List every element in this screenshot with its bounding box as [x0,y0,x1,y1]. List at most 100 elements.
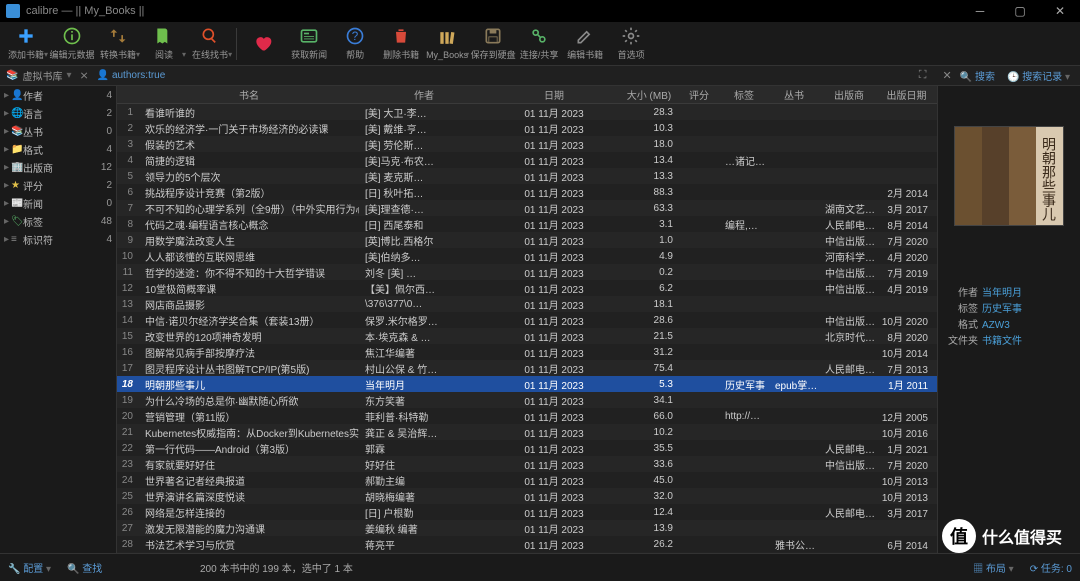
layout-button[interactable]: ▦ 布局 ▾ [973,560,1014,575]
col-size[interactable]: 大小 (MB) [619,86,679,103]
table-row[interactable]: 1210堂极简概率课【美】佩尔西…01 11月 20236.2中信出版…4月 2… [117,280,937,296]
table-row[interactable]: 26网络是怎样连接的[日] 户根勤01 11月 202312.4人民邮电…3月 … [117,504,937,520]
col-tags[interactable]: 标签 [719,86,769,103]
savedisk-icon [483,26,503,46]
search-history-link[interactable]: 🕒 搜索记录 ▾ [1007,68,1070,83]
sidebar-item-标识符[interactable]: ▸≡标识符4 [0,230,116,248]
table-row[interactable]: 22第一行代码——Android（第3版）郭霖01 11月 202335.5人民… [117,440,937,456]
column-headers[interactable]: 书名 作者 日期 大小 (MB) 评分 标签 丛书 出版商 出版日期 [117,86,937,104]
watermark: 值 什么值得买 [942,519,1062,553]
sidebar-item-格式[interactable]: ▸📁格式4 [0,140,116,158]
col-series[interactable]: 丛书 [769,86,819,103]
table-row[interactable]: 20营销管理（第11版）菲利普·科特勒01 11月 202366.0http:/… [117,408,937,424]
onlinesearch-button[interactable]: 在线找书 [188,23,232,65]
table-row[interactable]: 25世界演讲名篇深度悦读胡晓梅编著01 11月 202332.010月 2013 [117,488,937,504]
table-row[interactable]: 13网店商品摄影\376\377\0…01 11月 202318.1 [117,296,937,312]
sidebar-item-丛书[interactable]: ▸📚丛书0 [0,122,116,140]
connect-button[interactable]: 连接/共享 [517,23,561,65]
sidebar-item-评分[interactable]: ▸★评分2 [0,176,116,194]
window-title: calibre — || My_Books || [26,5,144,17]
table-row[interactable]: 23有家就要好好住好好住01 11月 202333.6中信出版…7月 2020 [117,456,937,472]
table-row[interactable]: 2欢乐的经济学·一门关于市场经济的必读课[美] 戴维·亨…01 11月 2023… [117,120,937,136]
detail-author[interactable]: 当年明月 [982,286,1022,302]
col-author[interactable]: 作者 [359,86,489,103]
book-details-panel: 作者当年明月 标签历史军事 格式AZW3 文件夹书籍文件 [937,86,1080,553]
books-icon: 📚 [6,70,18,81]
remove-filter-icon[interactable]: ⨯ [79,69,88,82]
table-row[interactable]: 18明朝那些事儿当年明月01 11月 20235.3历史军事epub掌…1月 2… [117,376,937,392]
table-row[interactable]: 6挑战程序设计竞赛（第2版）[日] 秋叶拓…01 11月 202388.32月 … [117,184,937,200]
virtual-library-button[interactable]: 📚 虚拟书库 ▾ [6,68,71,83]
app-icon [6,4,20,18]
clear-search-icon[interactable]: ✕ [943,69,952,82]
search-link[interactable]: 🔍 搜索 [960,68,995,83]
prefs-icon [621,26,641,46]
table-row[interactable]: 17图灵程序设计丛书图解TCP/IP(第5版)村山公保 & 竹…01 11月 2… [117,360,937,376]
table-row[interactable]: 11哲学的迷途：你不得不知的十大哲学错误刘冬 [美] …01 11月 20230… [117,264,937,280]
fullscreen-icon[interactable]: ⛶ [919,69,927,82]
editbook-button[interactable]: 编辑书籍 [563,23,607,65]
maximize-button[interactable]: ▢ [1000,0,1040,22]
table-row[interactable]: 28书法艺术学习与欣赏蒋亮平01 11月 202326.2雅书公…6月 2014 [117,536,937,552]
editbook-icon [575,26,595,46]
news-button[interactable]: 获取新闻 [287,23,331,65]
watermark-badge: 值 [942,519,976,553]
person-icon: 👤 [97,70,109,81]
table-row[interactable]: 8代码之魂·编程语言核心概念[日] 西尾泰和01 11月 20233.1编程,…… [117,216,937,232]
read-button[interactable]: 阅读 [142,23,186,65]
editmeta-button[interactable]: 编辑元数据 [50,23,94,65]
sidebar-item-语言[interactable]: ▸🌐语言2 [0,104,116,122]
footer-bar: 🔧 配置 ▾ 🔍 查找 200 本书中的 199 本，选中了 1 本 ▦ 布局 … [0,553,1080,581]
table-row[interactable]: 10人人都该懂的互联网思维[美]伯纳多…01 11月 20234.9河南科学…4… [117,248,937,264]
col-date[interactable]: 日期 [489,86,619,103]
detail-tags[interactable]: 历史军事 [982,302,1022,318]
table-row[interactable]: 7不可不知的心理学系列（全9册）（中外实用行为心理学大合集！）（…[美]理查德·… [117,200,937,216]
book-list[interactable]: 书名 作者 日期 大小 (MB) 评分 标签 丛书 出版商 出版日期 1看谁听谁… [117,86,937,553]
sidebar-item-新闻[interactable]: ▸📰新闻0 [0,194,116,212]
remove-button[interactable]: 删除书籍 [379,23,423,65]
table-row[interactable]: 9用数学魔法改变人生[英]博比.西格尔01 11月 20231.0中信出版…7月… [117,232,937,248]
table-row[interactable]: 24世界著名记者经典报道郝勤主编01 11月 202345.010月 2013 [117,472,937,488]
add-button[interactable]: 添加书籍 [4,23,48,65]
savedisk-button[interactable]: 保存到硬盘 [471,23,515,65]
table-row[interactable]: 1看谁听谁的[美] 大卫·李…01 11月 202328.3 [117,104,937,120]
find-link[interactable]: 🔍 查找 [67,560,102,575]
convert-icon [108,26,128,46]
watermark-text: 什么值得买 [982,524,1062,548]
sidebar-item-作者[interactable]: ▸👤作者4 [0,86,116,104]
convert-button[interactable]: 转换书籍 [96,23,140,65]
table-row[interactable]: 14中信·诺贝尔经济学奖合集（套装13册）保罗.米尔格罗…01 11月 2023… [117,312,937,328]
table-row[interactable]: 15改变世界的120项神奇发明本·埃克森 & …01 11月 202321.5北… [117,328,937,344]
config-link[interactable]: 🔧 配置 ▾ [8,560,51,575]
onlinesearch-icon [200,26,220,46]
col-pubdate[interactable]: 出版日期 [879,86,934,103]
cover-image[interactable] [954,126,1064,226]
prefs-button[interactable]: 首选项 [609,23,653,65]
remove-icon [391,26,411,46]
col-rating[interactable]: 评分 [679,86,719,103]
table-row[interactable]: 4简捷的逻辑[美]马克·布农…01 11月 202313.4…诸记… [117,152,937,168]
help-button[interactable]: ?帮助 [333,23,377,65]
table-row[interactable]: 5领导力的5个层次[美] 麦克斯…01 11月 202313.3 [117,168,937,184]
detail-format[interactable]: AZW3 [982,318,1010,334]
jobs-button[interactable]: ⟳ 任务: 0 [1030,560,1072,575]
close-button[interactable]: ✕ [1040,0,1080,22]
mybooks-button[interactable]: My_Books [425,23,469,65]
table-row[interactable]: 16图解常见病手部按摩疗法焦江华编著01 11月 202331.210月 201… [117,344,937,360]
titlebar: calibre — || My_Books || ─ ▢ ✕ [0,0,1080,22]
detail-folder[interactable]: 书籍文件 [982,334,1022,350]
minimize-button[interactable]: ─ [960,0,1000,22]
table-row[interactable]: 19为什么冷场的总是你·幽默随心所欲东方笑著01 11月 202334.1 [117,392,937,408]
heart-icon [253,33,273,53]
search-query[interactable]: 👤 authors:true [97,70,166,81]
col-title[interactable]: 书名 [139,86,359,103]
table-row[interactable]: 21Kubernetes权威指南：从Docker到Kubernetes实践全接触… [117,424,937,440]
table-row[interactable]: 27激发无限潜能的魔力沟通课姜编秋 编著01 11月 202313.9 [117,520,937,536]
sidebar-item-标签[interactable]: ▸🏷标签48 [0,212,116,230]
main-toolbar: 添加书籍▾编辑元数据▾转换书籍▾阅读▾在线找书▾获取新闻?帮助删除书籍My_Bo… [0,22,1080,66]
sidebar-item-出版商[interactable]: ▸🏢出版商12 [0,158,116,176]
heart-button[interactable] [241,23,285,65]
status-text: 200 本书中的 199 本，选中了 1 本 [200,560,353,575]
table-row[interactable]: 3假装的艺术[美] 劳伦斯…01 11月 202318.0 [117,136,937,152]
col-publisher[interactable]: 出版商 [819,86,879,103]
